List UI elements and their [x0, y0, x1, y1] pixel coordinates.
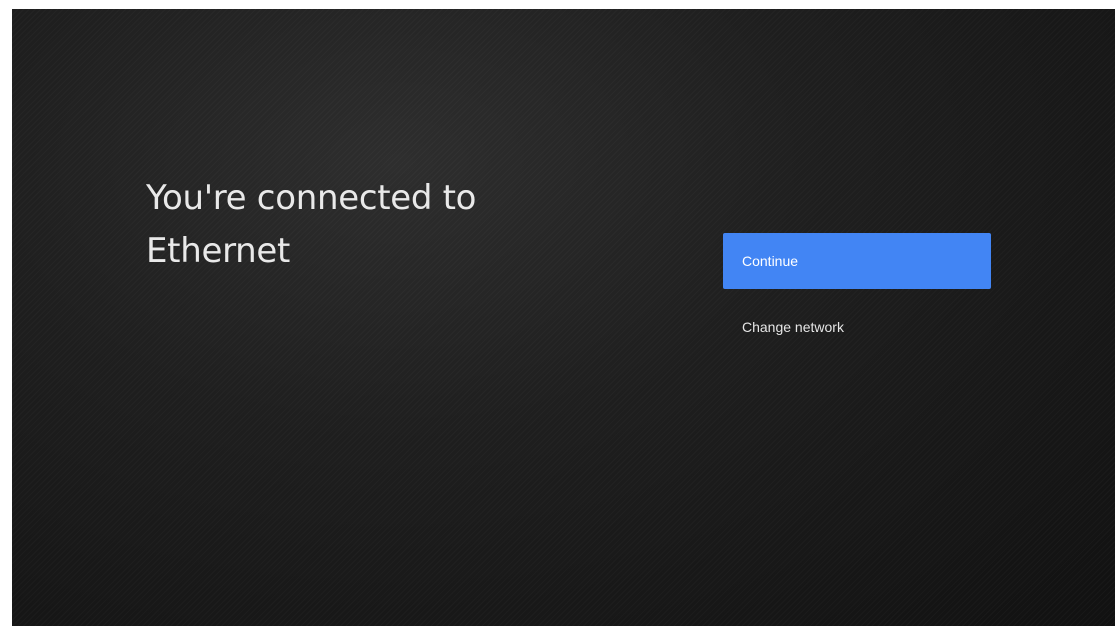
action-list: Continue Change network [723, 233, 991, 355]
change-network-button[interactable]: Change network [723, 299, 991, 355]
page-title: You're connected to Ethernet [146, 172, 666, 278]
title-line-2: Ethernet [146, 231, 291, 271]
continue-button[interactable]: Continue [723, 233, 991, 289]
title-line-1: You're connected to [146, 178, 477, 218]
tv-setup-screen: You're connected to Ethernet Continue Ch… [12, 9, 1115, 626]
